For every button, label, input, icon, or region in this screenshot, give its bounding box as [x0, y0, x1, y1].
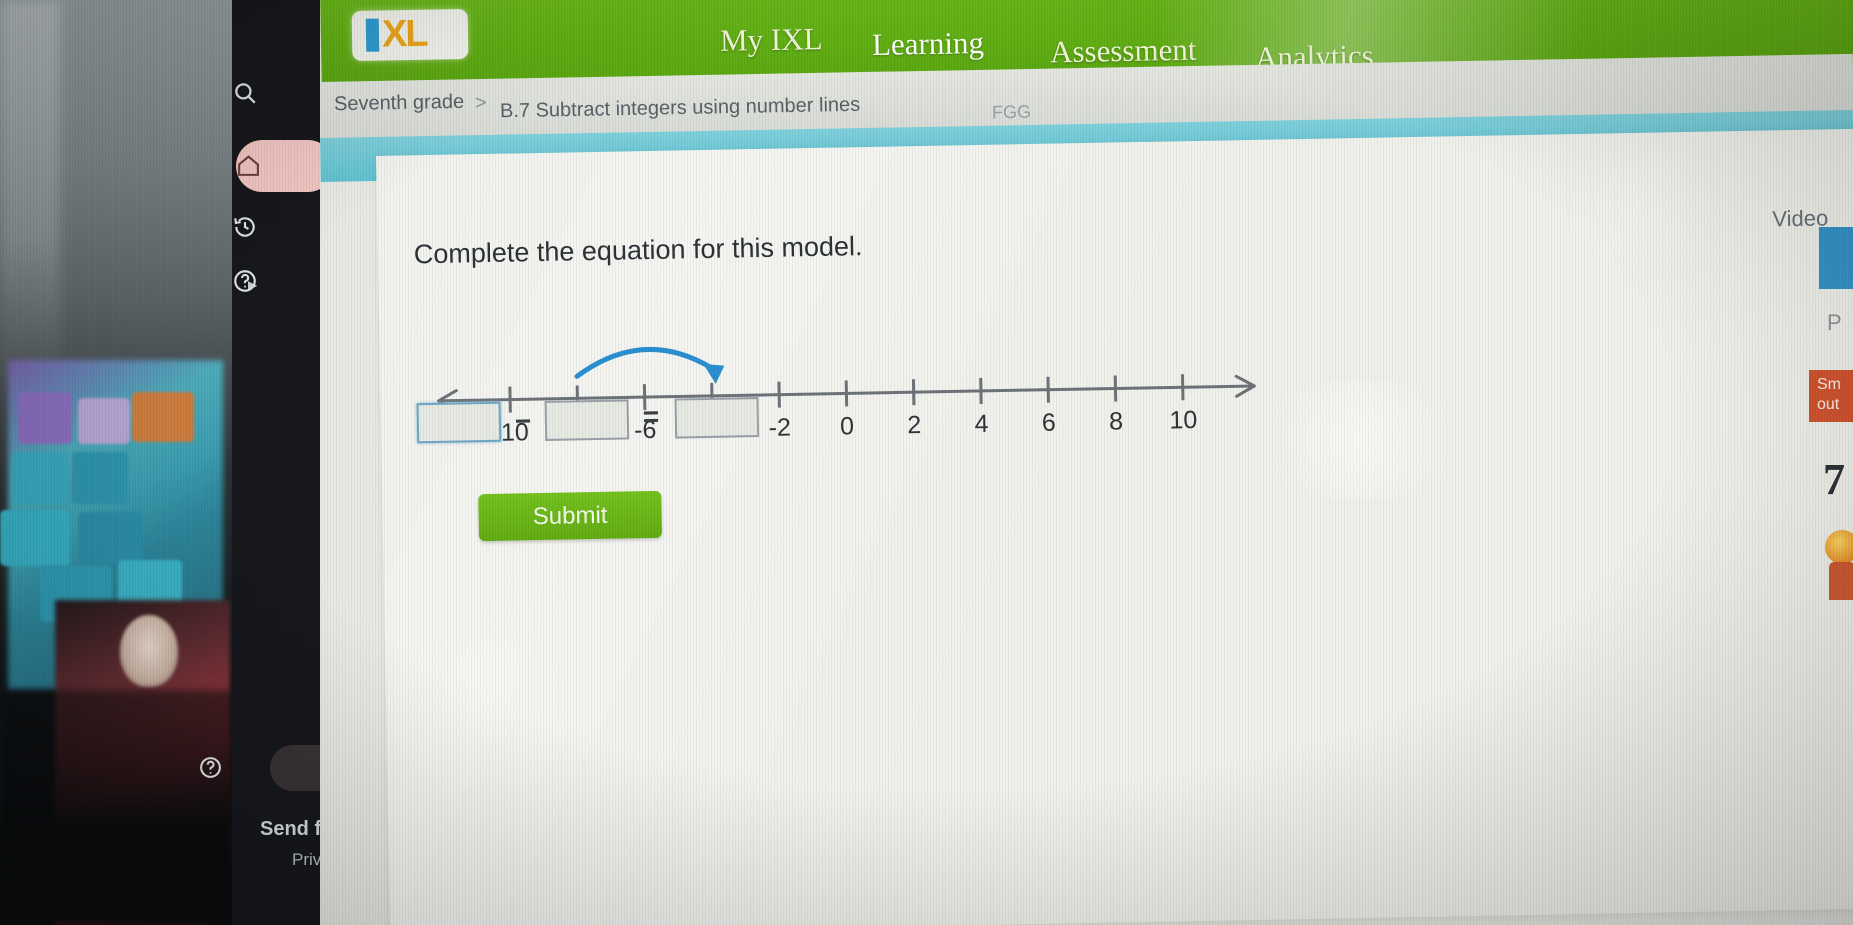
nav-item-learning[interactable]: Learning: [872, 25, 985, 63]
number-line-tick-label: 10: [1169, 406, 1197, 435]
block: [72, 452, 128, 504]
room-shadow: [0, 690, 235, 925]
equation-row: − =: [416, 397, 760, 449]
number-line-tick-label: 2: [907, 411, 921, 439]
number-line-tick-label: -2: [768, 413, 791, 441]
submit-button[interactable]: Submit: [478, 490, 663, 542]
send-feedback-label[interactable]: Send f: [260, 818, 321, 841]
score-value: 7: [1823, 455, 1845, 504]
number-line-tick-label: 6: [1042, 409, 1056, 437]
history-icon[interactable]: [232, 214, 322, 240]
person-face: [120, 615, 178, 687]
block: [12, 452, 68, 504]
smartscore-badge[interactable]: Sm out: [1809, 370, 1853, 422]
logo-i-bar: [365, 18, 380, 52]
equation-input-2[interactable]: [544, 399, 630, 441]
app-sidebar: ▶ Send f Privacy: [200, 0, 390, 925]
arc-arrow-annotation: [574, 346, 725, 384]
breadcrumb-grade[interactable]: Seventh grade: [334, 91, 465, 116]
block: [0, 510, 70, 566]
nav-item-my-ixl[interactable]: My IXL: [720, 21, 823, 59]
right-sidebar: P Sm out 7: [1803, 182, 1853, 842]
number-line-tick-label: 8: [1109, 407, 1123, 435]
badge-line-2: out: [1817, 396, 1840, 413]
search-icon[interactable]: [232, 80, 322, 106]
question-circle-icon[interactable]: [198, 755, 288, 780]
question-card: Complete the equation for this model. Vi…: [376, 124, 1853, 925]
ixl-logo[interactable]: XL: [351, 8, 469, 62]
equation-input-1[interactable]: [416, 401, 502, 444]
block: [78, 398, 130, 444]
ixl-page: XL My IXL Learning Assessment Analytics …: [320, 0, 1853, 925]
equation-input-3[interactable]: [674, 397, 760, 439]
minus-operator: −: [514, 405, 532, 437]
block: [78, 512, 142, 564]
progress-tile[interactable]: [1819, 227, 1853, 289]
equals-operator: =: [642, 400, 660, 433]
photographed-screen: ▶ Send f Privacy Final 6th Grade Mat... …: [0, 0, 1853, 925]
breadcrumb-skill-code: FGG: [991, 101, 1032, 123]
block: [132, 392, 194, 442]
badge-line-1: Sm: [1817, 376, 1841, 393]
question-circle-icon[interactable]: [232, 268, 322, 294]
logo-xl-text: XL: [381, 12, 427, 56]
number-line-tick-label: 4: [974, 410, 989, 438]
block: [18, 392, 72, 444]
question-prompt: Complete the equation for this model.: [413, 231, 863, 270]
breadcrumb-separator: >: [474, 91, 487, 115]
number-line-tick-label: 0: [840, 412, 854, 440]
rail-letter: P: [1827, 310, 1842, 335]
room-background: [0, 0, 235, 925]
nav-item-assessment[interactable]: Assessment: [1050, 32, 1197, 71]
avatar[interactable]: [1825, 530, 1853, 564]
avatar-body: [1829, 562, 1853, 600]
